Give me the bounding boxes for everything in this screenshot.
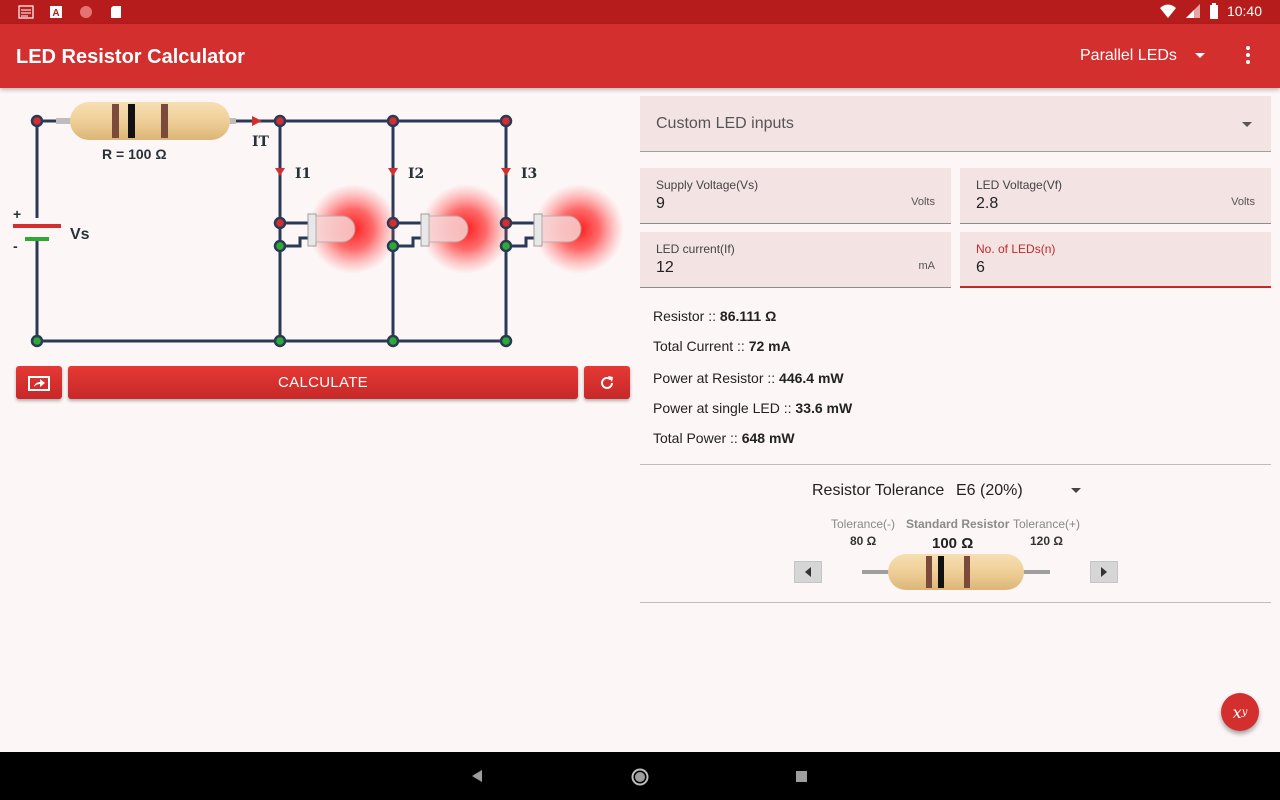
num-leds-label: No. of LEDs(n) xyxy=(976,242,1056,256)
mode-dropdown[interactable]: Parallel LEDs xyxy=(1080,47,1205,65)
chevron-down-icon xyxy=(1195,53,1205,58)
fab-label: x xyxy=(1232,702,1242,722)
record-icon xyxy=(80,6,92,18)
share-button[interactable] xyxy=(16,366,62,399)
status-bar: A 10:40 xyxy=(0,0,1280,24)
branch-current-3: I3 xyxy=(521,166,537,182)
led-current-field[interactable]: LED current(If) 12 mA xyxy=(640,232,951,288)
tolerance-value[interactable]: E6 (20%) xyxy=(956,482,1023,500)
mode-label: Parallel LEDs xyxy=(1080,47,1177,64)
led-voltage-field[interactable]: LED Voltage(Vf) 2.8 Volts xyxy=(960,168,1271,224)
result-power-resistor-label: Power at Resistor :: xyxy=(653,370,780,386)
led-voltage-label: LED Voltage(Vf) xyxy=(976,178,1063,192)
tolerance-label: Resistor Tolerance xyxy=(812,482,945,499)
led-type-label: Custom LED inputs xyxy=(656,115,794,132)
vs-label: Vs xyxy=(70,226,90,243)
recents-icon[interactable] xyxy=(795,770,808,783)
font-icon: A xyxy=(50,6,62,19)
share-icon xyxy=(28,375,50,391)
standard-resistor-image xyxy=(862,554,1050,590)
led-voltage-value[interactable]: 2.8 xyxy=(976,195,998,213)
led-type-dropdown[interactable]: Custom LED inputs xyxy=(640,96,1271,152)
result-resistor: Resistor :: 86.111 Ω xyxy=(653,308,776,324)
supply-voltage-unit: Volts xyxy=(911,196,935,208)
tolerance-minus-value: 80 Ω xyxy=(850,534,877,548)
previous-resistor-button[interactable] xyxy=(794,561,822,583)
refresh-icon xyxy=(601,375,613,389)
resistor-label: R = 100 Ω xyxy=(102,146,167,162)
app-bar: LED Resistor Calculator Parallel LEDs xyxy=(0,24,1280,88)
svg-text:A: A xyxy=(52,8,59,19)
home-icon[interactable] xyxy=(631,768,649,786)
result-resistor-label: Resistor :: xyxy=(653,308,720,324)
result-power-resistor: Power at Resistor :: 446.4 mW xyxy=(653,370,844,386)
result-power-led-label: Power at single LED :: xyxy=(653,400,796,416)
result-total-power: Total Power :: 648 mW xyxy=(653,430,795,446)
total-current-label: IT xyxy=(252,134,270,150)
app-title: LED Resistor Calculator xyxy=(16,46,245,68)
notification-icons: A xyxy=(18,4,124,20)
led-1 xyxy=(280,184,398,274)
chevron-down-icon[interactable] xyxy=(1071,488,1081,493)
result-total-current-label: Total Current :: xyxy=(653,338,749,354)
branch-current-2: I2 xyxy=(408,166,424,182)
num-leds-value[interactable]: 6 xyxy=(976,259,985,277)
led-current-unit: mA xyxy=(918,260,936,272)
news-icon xyxy=(18,5,34,19)
result-total-power-label: Total Power :: xyxy=(653,430,742,446)
system-status: 10:40 xyxy=(1159,3,1262,19)
chevron-right-icon xyxy=(1101,567,1107,577)
reset-button[interactable] xyxy=(584,366,630,399)
result-power-resistor-value: 446.4 mW xyxy=(779,370,844,386)
led-3 xyxy=(506,184,624,274)
led-2 xyxy=(393,184,511,274)
divider xyxy=(640,602,1271,603)
math-function-fab[interactable]: xy xyxy=(1221,693,1259,731)
result-resistor-value: 86.111 Ω xyxy=(719,308,777,324)
more-vert-icon[interactable] xyxy=(1238,44,1258,68)
minus-sign: - xyxy=(13,238,18,254)
navigation-bar xyxy=(0,752,1280,800)
num-leds-field[interactable]: No. of LEDs(n) 6 xyxy=(960,232,1271,288)
led-voltage-unit: Volts xyxy=(1231,196,1255,208)
result-total-current-value: 72 mA xyxy=(748,338,791,354)
branch-current-1: I1 xyxy=(295,166,311,182)
standard-resistor-value: 100 Ω xyxy=(932,535,974,552)
circuit-resistor xyxy=(56,102,236,140)
divider xyxy=(640,464,1271,465)
led-current-label: LED current(If) xyxy=(656,242,735,256)
plus-sign: + xyxy=(13,206,21,222)
fab-superscript: y xyxy=(1241,706,1248,718)
chevron-down-icon xyxy=(1242,122,1252,127)
battery-icon xyxy=(1209,3,1218,19)
standard-resistor-label: Standard Resistor xyxy=(906,517,1010,531)
supply-voltage-field[interactable]: Supply Voltage(Vs) 9 Volts xyxy=(640,168,951,224)
result-total-current: Total Current :: 72 mA xyxy=(653,338,791,354)
sd-card-icon xyxy=(111,6,121,18)
supply-voltage-value[interactable]: 9 xyxy=(656,195,665,213)
led-current-value[interactable]: 12 xyxy=(656,259,674,277)
tolerance-plus-label: Tolerance(+) xyxy=(1013,517,1081,531)
next-resistor-button[interactable] xyxy=(1090,561,1118,583)
clock: 10:40 xyxy=(1226,3,1262,19)
tolerance-plus-value: 120 Ω xyxy=(1030,534,1063,548)
result-power-led-value: 33.6 mW xyxy=(795,400,853,416)
result-power-led: Power at single LED :: 33.6 mW xyxy=(653,400,852,416)
wifi-icon xyxy=(1159,4,1176,18)
signal-icon xyxy=(1185,4,1200,18)
battery-symbol xyxy=(13,224,61,241)
back-icon[interactable] xyxy=(470,769,484,783)
current-arrow-icon xyxy=(252,116,262,126)
calculate-button[interactable]: CALCULATE xyxy=(68,366,578,399)
circuit-diagram: R = 100 Ω IT I1 I2 I3 + - Vs xyxy=(13,102,624,348)
tolerance-minus-label: Tolerance(-) xyxy=(831,517,896,531)
supply-voltage-label: Supply Voltage(Vs) xyxy=(656,178,759,192)
chevron-left-icon xyxy=(805,567,811,577)
result-total-power-value: 648 mW xyxy=(741,430,795,446)
